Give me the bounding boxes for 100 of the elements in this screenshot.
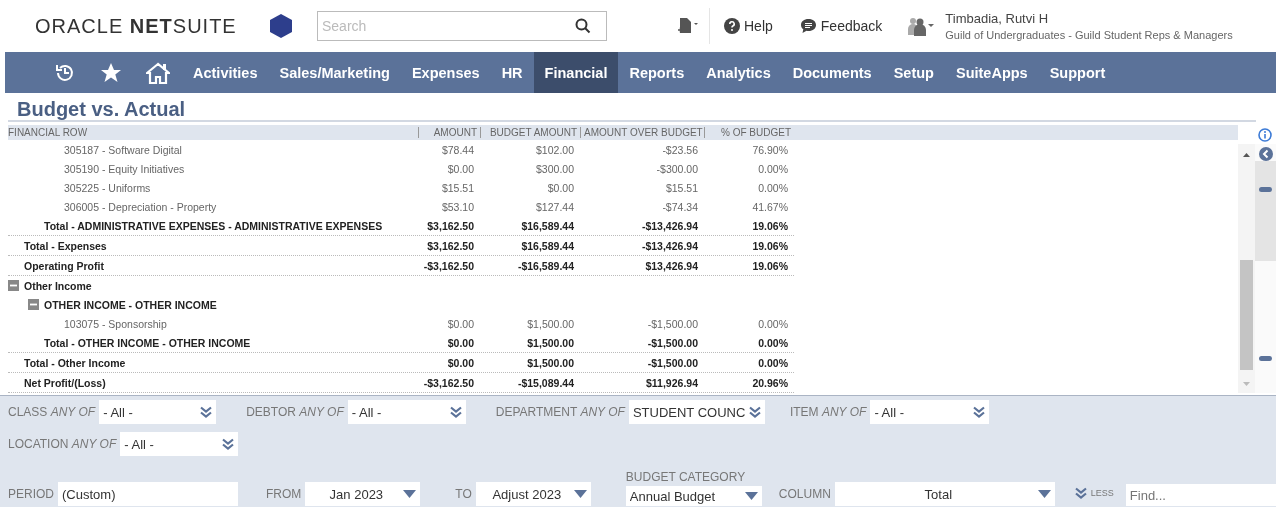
double-chevron-icon[interactable] [973, 406, 986, 418]
row-label: Net Profit/(Loss) [24, 376, 106, 389]
column-header[interactable]: AMOUNT [418, 127, 480, 138]
dropdown[interactable]: Annual Budget [625, 486, 762, 506]
table-cell-text: $11,926.94 [645, 376, 699, 389]
row-label: Total - Expenses [24, 239, 107, 252]
nav-tab[interactable]: Analytics [695, 52, 782, 93]
collapse-icon[interactable] [8, 280, 19, 291]
dropdown-caret-icon[interactable] [1037, 490, 1051, 498]
table-cell-text: -$13,426.94 [640, 239, 699, 252]
table-cell-text: $15.51 [440, 181, 475, 194]
double-chevron-icon[interactable] [1074, 487, 1087, 499]
text-field[interactable]: (Custom) [58, 482, 238, 506]
table-cell-text: 41.67% [751, 200, 789, 213]
table-cell-text: 0.00% [757, 181, 789, 194]
column-header[interactable]: BUDGET AMOUNT [480, 127, 580, 138]
nav-tab[interactable]: SuiteApps [944, 52, 1039, 93]
multi-select-field[interactable]: - All - [347, 400, 466, 424]
table-cell-text: $127.44 [535, 200, 575, 213]
help-icon[interactable] [724, 18, 740, 34]
dropdown[interactable]: Total [834, 482, 1055, 506]
table-cell-text: $1,500.00 [526, 336, 575, 349]
double-chevron-icon[interactable] [222, 438, 235, 450]
speech-bubble-icon[interactable] [799, 18, 817, 34]
less-toggle[interactable]: LESS [1090, 488, 1114, 498]
table-cell-text: -$23.56 [661, 143, 699, 156]
dropdown-caret-icon[interactable] [403, 490, 417, 498]
column-header[interactable]: AMOUNT OVER BUDGET [580, 127, 704, 138]
filter-label: BUDGET CATEGORY [625, 470, 747, 484]
roles-icon[interactable] [907, 16, 936, 36]
table-cell-text: -$3,162.50 [422, 376, 475, 389]
table-cell-text: $15.51 [664, 181, 699, 194]
table-cell-text: $78.44 [440, 143, 475, 156]
multi-select-field[interactable]: - All - [120, 432, 239, 456]
table-cell-text: 0.00% [757, 356, 789, 369]
dropdown[interactable]: Jan 2023 [305, 482, 421, 506]
nav-tab[interactable]: Expenses [400, 52, 491, 93]
table-cell-text: $16,589.44 [520, 219, 575, 232]
nav-tab[interactable]: Reports [618, 52, 696, 93]
table-cell-text: $300.00 [535, 162, 575, 175]
nav-tab[interactable]: Sales/Marketing [268, 52, 401, 93]
table-cell-text: $1,500.00 [526, 356, 575, 369]
table-cell-text: 0.00% [757, 317, 789, 330]
section-heading: Other Income [24, 279, 92, 292]
row-label: Total - ADMINISTRATIVE EXPENSES - ADMINISTRATIVE EXPENSES [44, 219, 383, 232]
table-cell-text: 19.06% [751, 239, 789, 252]
filter-label: DEBTOR ANY OF [246, 405, 344, 419]
row-label: 305225 - Uniforms [64, 181, 151, 194]
dropdown[interactable]: Adjust 2023 [475, 482, 591, 506]
collapse-panel-icon[interactable] [1258, 147, 1273, 161]
info-icon[interactable] [1258, 127, 1272, 142]
filter-label: PERIOD [8, 487, 54, 501]
resize-handle[interactable] [1259, 187, 1272, 192]
search-icon[interactable] [575, 18, 591, 34]
help-link[interactable]: Help [724, 18, 773, 34]
nav-tab[interactable]: Activities [182, 52, 269, 93]
collapse-icon[interactable] [28, 299, 39, 310]
table-cell-text: $3,162.50 [426, 239, 475, 252]
nav-tab[interactable]: Documents [781, 52, 883, 93]
oracle-netsuite-logo[interactable]: ORACLE NETSUITE [35, 14, 245, 38]
nav-tab[interactable]: Financial [533, 52, 619, 93]
dropdown-caret-icon[interactable] [573, 490, 587, 498]
column-header[interactable]: FINANCIAL ROW [8, 127, 418, 138]
multi-select-field[interactable]: - All - [99, 400, 217, 424]
table-cell-text: 0.00% [757, 162, 789, 175]
create-new-icon[interactable] [677, 17, 699, 35]
user-name: Timbadia, Rutvi H [945, 11, 1050, 26]
search-field[interactable]: Search [317, 11, 607, 41]
nav-tab[interactable]: HR [490, 52, 534, 93]
table-cell-text: $0.00 [546, 181, 575, 194]
table-cell-text: $0.00 [446, 336, 475, 349]
resize-handle[interactable] [1259, 356, 1272, 361]
table-cell-text: 0.00% [757, 336, 789, 349]
table-cell-text: $0.00 [446, 356, 475, 369]
row-label: Total - Other Income [24, 356, 126, 369]
filter-label: DEPARTMENT ANY OF [495, 405, 625, 419]
find-field[interactable]: Find... [1125, 484, 1276, 506]
table-cell-text: -$16,589.44 [516, 259, 575, 272]
row-label: Operating Profit [24, 259, 104, 272]
user-role: Guild of Undergraduates - Guild Student Reps & Managers [945, 29, 1233, 41]
row-label: 103075 - Sponsorship [64, 317, 167, 330]
table-cell-text: $102.00 [535, 143, 575, 156]
table-cell-text: $0.00 [446, 317, 475, 330]
double-chevron-icon[interactable] [449, 406, 462, 418]
table-cell-text: $53.10 [440, 200, 475, 213]
table-cell-text: 19.06% [751, 219, 789, 232]
table-cell-text: -$15,089.44 [516, 376, 575, 389]
multi-select-field[interactable]: STUDENT COUNC [628, 400, 765, 424]
home-icon[interactable] [146, 61, 170, 84]
row-label: 305187 - Software Digital [64, 143, 182, 156]
scrollbar[interactable] [1238, 144, 1255, 393]
nav-tab[interactable]: Support [1038, 52, 1117, 93]
multi-select-field[interactable]: - All - [870, 400, 990, 424]
column-header[interactable]: % OF BUDGET [704, 127, 794, 138]
star-icon[interactable] [100, 61, 122, 84]
dropdown-caret-icon[interactable] [744, 492, 758, 500]
double-chevron-icon[interactable] [748, 406, 761, 418]
feedback-link[interactable]: Feedback [799, 18, 883, 34]
double-chevron-icon[interactable] [200, 406, 213, 418]
nav-tab[interactable]: Setup [882, 52, 945, 93]
